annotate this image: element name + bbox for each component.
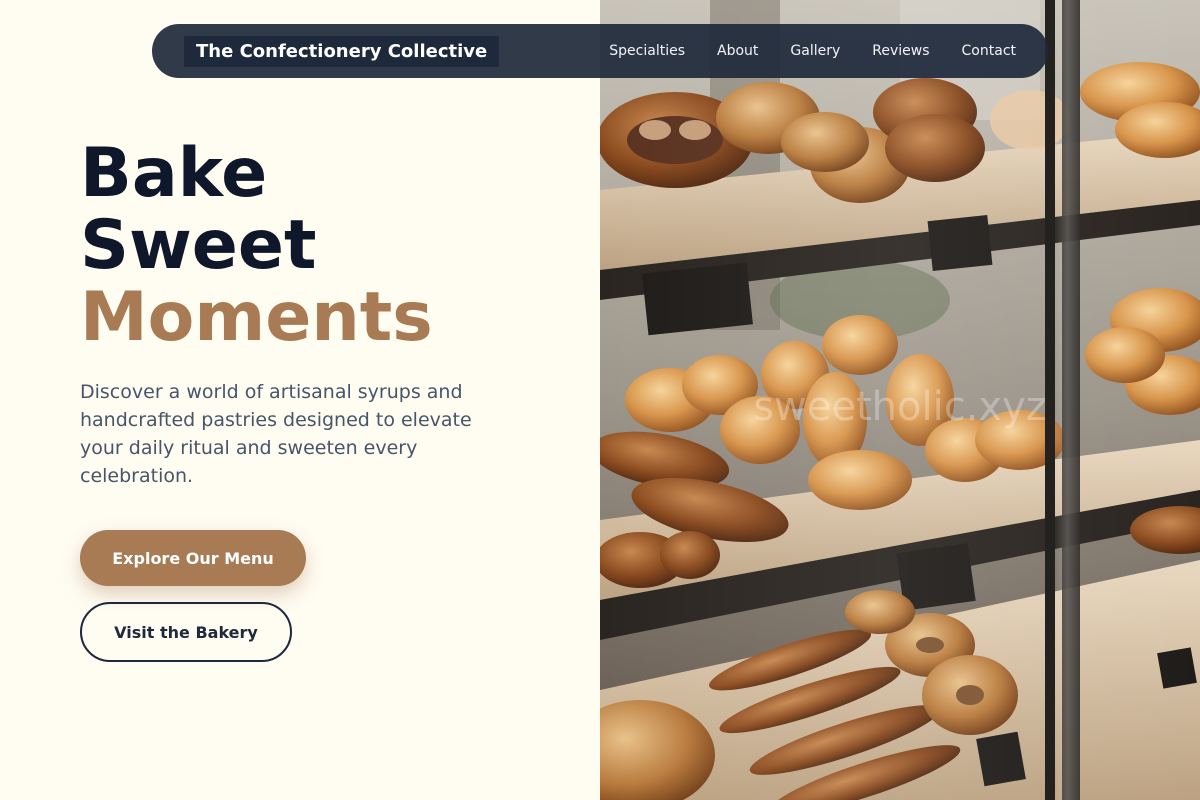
- nav-links: Specialties About Gallery Reviews Contac…: [609, 43, 1016, 59]
- brand-logo-text[interactable]: The Confectionery Collective: [184, 35, 500, 67]
- headline-line-2: Sweet: [80, 206, 317, 285]
- explore-menu-button[interactable]: Explore Our Menu: [80, 530, 306, 586]
- hero-headline: Bake Sweet Moments: [80, 138, 433, 354]
- nav-link-contact[interactable]: Contact: [962, 43, 1016, 59]
- top-navigation: The Confectionery Collective Specialties…: [152, 24, 1048, 78]
- headline-line-3-accent: Moments: [80, 278, 433, 357]
- hero-image: sweetholic.xyz: [600, 0, 1200, 800]
- hero-description: Discover a world of artisanal syrups and…: [80, 381, 472, 487]
- headline-line-1: Bake: [80, 134, 268, 213]
- visit-bakery-button[interactable]: Visit the Bakery: [80, 602, 292, 662]
- nav-link-about[interactable]: About: [717, 43, 758, 59]
- nav-link-reviews[interactable]: Reviews: [872, 43, 929, 59]
- nav-link-specialties[interactable]: Specialties: [609, 43, 685, 59]
- nav-link-gallery[interactable]: Gallery: [790, 43, 840, 59]
- watermark-text: sweetholic.xyz: [753, 384, 1047, 430]
